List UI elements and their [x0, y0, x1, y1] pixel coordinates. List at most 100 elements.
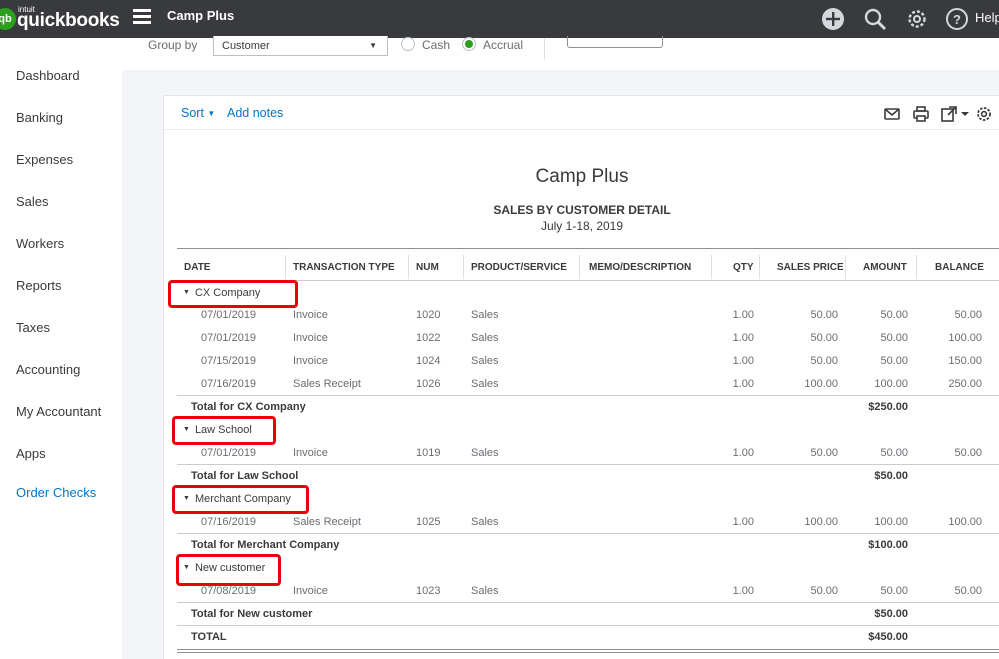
cell-balance: 150.00 — [948, 355, 982, 367]
group-total-label: Total for New customer — [191, 608, 313, 620]
group-total-amount: $50.00 — [874, 470, 908, 482]
subtotal-rule — [177, 602, 999, 603]
cell-num[interactable]: 1019 — [416, 447, 440, 459]
cell-type[interactable]: Invoice — [293, 309, 328, 321]
group-by-select[interactable]: Customer ▼ — [213, 36, 388, 56]
cell-type[interactable]: Sales Receipt — [293, 516, 361, 528]
header-top-rule — [177, 248, 999, 249]
col-memo-description[interactable]: MEMO/DESCRIPTION — [589, 262, 691, 273]
col-sales-price[interactable]: SALES PRICE — [777, 262, 844, 273]
search-icon[interactable] — [863, 7, 887, 31]
highlight-box — [176, 554, 281, 586]
sidebar-item-apps[interactable]: Apps — [16, 446, 46, 461]
cell-price: 50.00 — [810, 447, 838, 459]
cell-date: 07/01/2019 — [201, 447, 257, 459]
sidebar-item-taxes[interactable]: Taxes — [16, 320, 50, 335]
cell-amount[interactable]: 50.00 — [844, 355, 908, 367]
cell-qty: 1.00 — [732, 378, 754, 390]
cell-balance: 100.00 — [948, 516, 982, 528]
report-title: SALES BY CUSTOMER DETAIL — [493, 203, 671, 217]
cell-num[interactable]: 1024 — [416, 355, 440, 367]
cell-product: Sales — [471, 378, 499, 390]
accrual-radio[interactable] — [462, 37, 476, 51]
menu-icon[interactable] — [133, 9, 151, 25]
cell-type[interactable]: Invoice — [293, 447, 328, 459]
cell-amount[interactable]: 50.00 — [844, 447, 908, 459]
help-icon[interactable]: ? — [945, 7, 969, 31]
highlight-box — [168, 280, 298, 308]
cash-label[interactable]: Cash — [422, 38, 450, 52]
col-transaction-type[interactable]: TRANSACTION TYPE — [293, 262, 395, 273]
cell-product: Sales — [471, 585, 499, 597]
sidebar-item-workers[interactable]: Workers — [16, 236, 64, 251]
accrual-label[interactable]: Accrual — [483, 38, 523, 52]
cell-date: 07/08/2019 — [201, 585, 257, 597]
cell-amount[interactable]: 50.00 — [844, 309, 908, 321]
export-icon[interactable] — [940, 105, 970, 123]
print-icon[interactable] — [912, 105, 930, 123]
sidebar-item-sales[interactable]: Sales — [16, 194, 49, 209]
gear-icon[interactable] — [905, 7, 929, 31]
cell-num[interactable]: 1025 — [416, 516, 440, 528]
cell-date: 07/01/2019 — [201, 332, 257, 344]
brand-name: quickbooks — [17, 10, 120, 31]
add-notes-button[interactable]: Add notes — [227, 106, 283, 120]
col-divider — [916, 255, 917, 279]
help-label[interactable]: Help — [975, 10, 999, 25]
group-total-amount: $250.00 — [868, 401, 908, 413]
cell-num[interactable]: 1020 — [416, 309, 440, 321]
grand-total-amount: $450.00 — [868, 631, 908, 643]
cell-type[interactable]: Invoice — [293, 585, 328, 597]
col-balance[interactable]: BALANCE — [935, 262, 984, 273]
highlight-box — [172, 416, 276, 445]
quickbooks-logo[interactable]: qb intuit quickbooks — [0, 4, 120, 34]
cell-num[interactable]: 1026 — [416, 378, 440, 390]
cell-price: 100.00 — [804, 378, 838, 390]
cell-qty: 1.00 — [732, 309, 754, 321]
cell-date: 07/16/2019 — [201, 378, 257, 390]
filter-divider — [544, 38, 545, 60]
cell-amount[interactable]: 50.00 — [844, 332, 908, 344]
cell-type[interactable]: Sales Receipt — [293, 378, 361, 390]
cash-radio[interactable] — [401, 37, 415, 51]
run-report-button[interactable] — [567, 36, 663, 48]
cell-product: Sales — [471, 309, 499, 321]
sidebar-item-reports[interactable]: Reports — [16, 278, 62, 293]
col-amount[interactable]: AMOUNT — [863, 262, 907, 273]
cell-price: 50.00 — [810, 585, 838, 597]
sidebar-item-order-checks[interactable]: Order Checks — [16, 485, 96, 500]
cell-balance: 50.00 — [954, 585, 982, 597]
sort-button[interactable]: Sort ▼ — [181, 106, 215, 120]
col-product-service[interactable]: PRODUCT/SERVICE — [471, 262, 567, 273]
double-rule-bottom — [177, 652, 999, 653]
top-bar: qb intuit quickbooks Camp Plus ? Help — [0, 0, 999, 38]
settings-gear-icon[interactable] — [975, 105, 993, 123]
cell-num[interactable]: 1022 — [416, 332, 440, 344]
qb-badge: qb — [0, 8, 16, 30]
cell-qty: 1.00 — [732, 585, 754, 597]
col-num[interactable]: NUM — [416, 262, 439, 273]
cell-price: 50.00 — [810, 309, 838, 321]
sidebar-item-expenses[interactable]: Expenses — [16, 152, 73, 167]
sidebar-item-banking[interactable]: Banking — [16, 110, 63, 125]
group-total-label: Total for CX Company — [191, 401, 306, 413]
cell-product: Sales — [471, 355, 499, 367]
cell-amount[interactable]: 100.00 — [844, 516, 908, 528]
subtotal-rule — [177, 464, 999, 465]
cell-amount[interactable]: 100.00 — [844, 378, 908, 390]
sidebar-item-accounting[interactable]: Accounting — [16, 362, 80, 377]
col-divider — [845, 255, 846, 279]
col-date[interactable]: DATE — [184, 262, 210, 273]
col-qty[interactable]: QTY — [733, 262, 754, 273]
cell-type[interactable]: Invoice — [293, 355, 328, 367]
cell-amount[interactable]: 50.00 — [844, 585, 908, 597]
cell-product: Sales — [471, 516, 499, 528]
plus-icon[interactable] — [821, 7, 845, 31]
sidebar-item-dashboard[interactable]: Dashboard — [16, 68, 80, 83]
chevron-down-icon: ▼ — [369, 41, 377, 50]
cell-num[interactable]: 1023 — [416, 585, 440, 597]
email-icon[interactable] — [883, 105, 901, 123]
sidebar-item-my-accountant[interactable]: My Accountant — [16, 404, 101, 419]
cell-type[interactable]: Invoice — [293, 332, 328, 344]
highlight-box — [172, 485, 309, 514]
